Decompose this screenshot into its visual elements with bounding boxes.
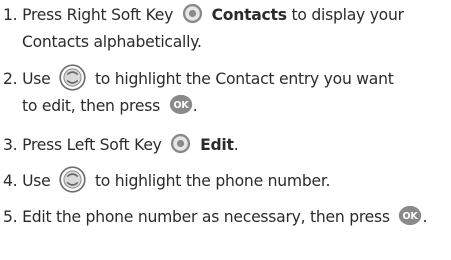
- ok-icon-label: OK: [173, 100, 189, 111]
- step-text: Press Right Soft Key: [22, 6, 174, 24]
- step-text: .: [233, 136, 239, 154]
- step-text: Use: [22, 172, 51, 190]
- step-1: 1. Press Right Soft Key Contacts to disp…: [3, 2, 449, 56]
- ok-key-icon: OK: [398, 205, 422, 226]
- step-2: 2. Use to highlight the Contact entry yo…: [3, 64, 449, 120]
- soft-key-icon: [170, 133, 191, 154]
- step-text: Press Left Soft Key: [22, 136, 162, 154]
- step-number: 2.: [3, 70, 18, 88]
- step-text: .: [422, 208, 428, 226]
- step-text: to edit, then press: [22, 97, 160, 115]
- step-text: .: [192, 97, 198, 115]
- navigation-key-icon: [59, 64, 86, 91]
- step-3: 3. Press Left Soft Key Edit.: [3, 132, 449, 159]
- step-text: Edit the phone number as necessary, then…: [22, 208, 390, 226]
- instruction-list: 1. Press Right Soft Key Contacts to disp…: [3, 2, 449, 245]
- step-text: to highlight the Contact entry you want: [94, 70, 394, 88]
- ok-icon-label: OK: [403, 211, 419, 222]
- step-number: 4.: [3, 172, 18, 190]
- navigation-key-icon: [59, 166, 86, 193]
- step-number: 5.: [3, 208, 18, 226]
- step-text: to highlight the phone number.: [94, 172, 331, 190]
- step-4: 4. Use to highlight the phone number.: [3, 166, 449, 195]
- step-text: to display your: [291, 6, 405, 24]
- step-text: Use: [22, 70, 51, 88]
- step-number: 1.: [3, 6, 18, 24]
- contacts-label: Contacts: [211, 6, 287, 24]
- step-number: 3.: [3, 136, 18, 154]
- edit-label: Edit: [200, 136, 234, 154]
- soft-key-icon: [182, 3, 203, 24]
- step-text: Contacts alphabetically.: [22, 33, 202, 51]
- step-5: 5. Edit the phone number as necessary, t…: [3, 204, 449, 231]
- ok-key-icon: OK: [169, 94, 193, 115]
